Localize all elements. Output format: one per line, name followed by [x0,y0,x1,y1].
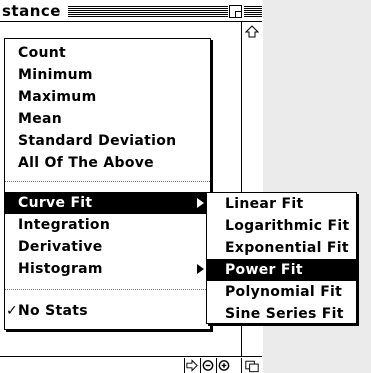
menu-item-label: No Stats [18,303,88,319]
submenu-arrow-icon [197,198,204,208]
submenu-item-label: Logarithmic Fit [225,218,350,234]
scroll-up-arrow-icon[interactable] [245,25,259,39]
submenu-item-power-fit[interactable]: Power Fit [207,259,356,281]
menu-item-label: Curve Fit [18,195,93,211]
zoom-in-icon[interactable] [216,358,231,373]
menu-item-label: All Of The Above [18,155,154,171]
menu-item-maximum[interactable]: Maximum [5,86,210,108]
submenu-item-label: Polynomial Fit [225,284,343,300]
menu-item-histogram[interactable]: Histogram [5,258,210,280]
window-title: stance [2,2,61,20]
menu-item-label: Histogram [18,261,103,277]
zoom-out-icon[interactable] [200,358,215,373]
title-bar-stripes-right [244,6,262,17]
scroll-right-arrow-icon[interactable] [184,358,199,373]
menu-item-curve-fit[interactable]: Curve Fit [5,192,210,214]
curve-fit-submenu: Linear Fit Logarithmic Fit Exponential F… [206,192,357,324]
checkmark-icon: ✓ [6,303,19,319]
menu-item-minimum[interactable]: Minimum [5,64,210,86]
submenu-item-sine-series-fit[interactable]: Sine Series Fit [207,303,356,325]
menu-item-label: Mean [18,111,63,127]
grow-box-icon[interactable] [241,358,262,373]
menu-item-label: Standard Deviation [18,133,177,149]
menu-item-derivative[interactable]: Derivative [5,236,210,258]
menu-item-count[interactable]: Count [5,42,210,64]
menu-item-mean[interactable]: Mean [5,108,210,130]
menu-item-all-of-the-above[interactable]: All Of The Above [5,152,210,174]
menu-separator [5,181,210,183]
submenu-item-label: Linear Fit [225,196,304,212]
menu-separator [5,289,210,291]
menu-item-label: Maximum [18,89,97,105]
submenu-item-exponential-fit[interactable]: Exponential Fit [207,237,356,259]
menu-item-standard-deviation[interactable]: Standard Deviation [5,130,210,152]
bottom-toolbar [0,356,262,373]
submenu-item-label: Sine Series Fit [225,306,344,322]
menu-item-label: Integration [18,217,111,233]
menu-item-label: Minimum [18,67,93,83]
submenu-item-linear-fit[interactable]: Linear Fit [207,193,356,215]
menu-item-label: Derivative [18,239,103,255]
submenu-item-polynomial-fit[interactable]: Polynomial Fit [207,281,356,303]
title-bar[interactable]: stance [0,0,262,22]
submenu-arrow-icon [197,264,204,274]
menu-item-no-stats[interactable]: ✓ No Stats [5,300,210,322]
menu-item-label: Count [18,45,67,61]
submenu-item-label: Exponential Fit [225,240,349,256]
submenu-item-label: Power Fit [225,262,303,278]
menu-item-integration[interactable]: Integration [5,214,210,236]
stats-popup-menu: Count Minimum Maximum Mean Standard Devi… [4,38,211,330]
title-bar-stripes [68,6,228,17]
zoom-box-icon[interactable] [229,5,242,18]
submenu-item-logarithmic-fit[interactable]: Logarithmic Fit [207,215,356,237]
